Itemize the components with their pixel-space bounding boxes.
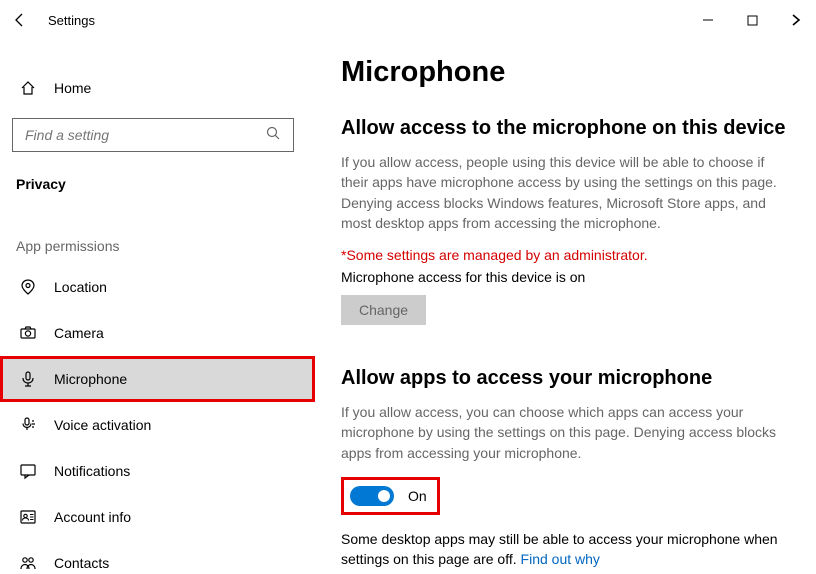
sidebar-item-location[interactable]: Location: [0, 264, 315, 310]
apps-access-toggle-row: On: [341, 477, 440, 515]
find-out-why-link[interactable]: Find out why: [521, 551, 600, 567]
admin-note: *Some settings are managed by an adminis…: [341, 247, 794, 263]
sidebar-item-voice-activation[interactable]: Voice activation: [0, 402, 315, 448]
app-permissions-heading: App permissions: [0, 216, 315, 264]
section-privacy: Privacy: [0, 170, 315, 216]
notifications-icon: [18, 461, 38, 481]
back-icon: [12, 12, 28, 28]
section2-description: If you allow access, you can choose whic…: [341, 402, 794, 463]
sidebar-item-label: Location: [54, 279, 107, 295]
device-access-status: Microphone access for this device is on: [341, 269, 794, 285]
chevron-right-icon: [789, 13, 803, 27]
section2-heading: Allow apps to access your microphone: [341, 367, 794, 390]
toggle-state-label: On: [408, 488, 427, 504]
sidebar-item-microphone[interactable]: Microphone: [0, 356, 315, 402]
change-button[interactable]: Change: [341, 295, 426, 325]
account-info-icon: [18, 507, 38, 527]
overflow-button[interactable]: [784, 8, 808, 32]
sidebar-item-label: Contacts: [54, 555, 109, 571]
home-label: Home: [54, 80, 91, 96]
sidebar-item-label: Camera: [54, 325, 104, 341]
page-title: Microphone: [341, 56, 794, 89]
sidebar-item-label: Account info: [54, 509, 131, 525]
titlebar: Settings: [0, 0, 816, 40]
sidebar-item-label: Voice activation: [54, 417, 151, 433]
home-nav[interactable]: Home: [0, 66, 315, 110]
home-icon: [18, 78, 38, 98]
maximize-icon: [747, 15, 758, 26]
desktop-apps-note: Some desktop apps may still be able to a…: [341, 529, 794, 570]
sidebar-item-notifications[interactable]: Notifications: [0, 448, 315, 494]
section1-heading: Allow access to the microphone on this d…: [341, 117, 794, 140]
minimize-icon: [702, 14, 714, 26]
search-icon: [265, 125, 281, 146]
sidebar-item-label: Microphone: [54, 371, 127, 387]
voice-activation-icon: [18, 415, 38, 435]
microphone-icon: [18, 369, 38, 389]
location-icon: [18, 277, 38, 297]
back-button[interactable]: [8, 8, 32, 32]
maximize-button[interactable]: [740, 8, 764, 32]
section1-description: If you allow access, people using this d…: [341, 152, 794, 233]
sidebar-item-label: Notifications: [54, 463, 130, 479]
contacts-icon: [18, 553, 38, 573]
camera-icon: [18, 323, 38, 343]
app-title: Settings: [48, 13, 95, 28]
sidebar-item-account-info[interactable]: Account info: [0, 494, 315, 540]
search-box[interactable]: [12, 118, 294, 152]
search-input[interactable]: [25, 127, 265, 143]
toggle-knob: [378, 490, 390, 502]
content: Microphone Allow access to the microphon…: [315, 40, 816, 574]
apps-access-toggle[interactable]: [350, 486, 394, 506]
minimize-button[interactable]: [696, 8, 720, 32]
sidebar-item-contacts[interactable]: Contacts: [0, 540, 315, 574]
sidebar: Home Privacy App permissions Location Ca…: [0, 40, 315, 574]
sidebar-item-camera[interactable]: Camera: [0, 310, 315, 356]
